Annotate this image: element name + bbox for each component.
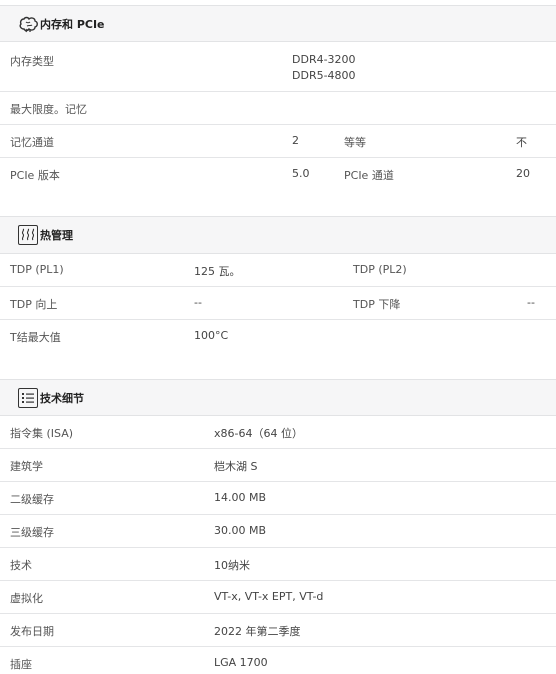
row-label-secondary: TDP 下降	[353, 298, 401, 311]
memory-row: 最大限度。记忆	[0, 92, 556, 125]
row-label: PCIe 版本	[10, 169, 60, 182]
row-value: x86-64（64 位）	[214, 427, 303, 440]
memory-row: 记忆通道 2 等等 不	[0, 125, 556, 158]
tech-row: 插座 LGA 1700	[0, 647, 556, 674]
row-value-secondary: 不	[516, 136, 527, 149]
row-value: 125 瓦。	[194, 265, 241, 278]
row-label: 指令集 (ISA)	[10, 427, 74, 440]
thermal-row: TDP 向上 -- TDP 下降 --	[0, 287, 556, 320]
list-icon	[18, 387, 38, 408]
row-label-secondary: TDP (PL2)	[353, 263, 407, 276]
row-label: 记忆通道	[10, 136, 54, 149]
thermal-section-header: 热管理	[0, 216, 556, 254]
tech-section-header: 技术细节	[0, 379, 556, 416]
memory-section-header: 内存和 PCIe	[0, 5, 556, 42]
row-value: 14.00 MB	[214, 491, 267, 504]
tech-row: 指令集 (ISA) x86-64（64 位）	[0, 416, 556, 449]
memory-row: 内存类型 DDR4-3200 DDR5-4800	[0, 42, 556, 92]
row-label: 虚拟化	[10, 592, 43, 605]
thermal-row: T结最大值 100°C	[0, 320, 556, 353]
row-value: 2022 年第二季度	[214, 625, 301, 638]
thermal-row: TDP (PL1) 125 瓦。 TDP (PL2)	[0, 254, 556, 287]
row-label: 三级缓存	[10, 526, 54, 539]
row-label: TDP (PL1)	[10, 263, 64, 276]
row-label: 二级缓存	[10, 493, 54, 506]
row-value: 10纳米	[214, 559, 250, 572]
tech-row: 虚拟化 VT-x, VT-x EPT, VT-d	[0, 581, 556, 614]
value-line: DDR5-4800	[292, 69, 356, 82]
thermal-section-title: 热管理	[40, 229, 73, 242]
row-label: 最大限度。记忆	[10, 103, 87, 116]
row-value: VT-x, VT-x EPT, VT-d	[214, 590, 324, 603]
row-label: 建筑学	[10, 460, 43, 473]
tech-section-title: 技术细节	[40, 391, 84, 405]
tech-row: 发布日期 2022 年第二季度	[0, 614, 556, 647]
spec-page: 内存和 PCIe 内存类型 DDR4-3200 DDR5-4800 最大限度。记…	[0, 0, 556, 674]
row-label: 内存类型	[10, 55, 54, 68]
tech-row: 二级缓存 14.00 MB	[0, 482, 556, 515]
tech-row: 三级缓存 30.00 MB	[0, 515, 556, 548]
row-label-secondary: 等等	[344, 136, 366, 149]
row-label: 插座	[10, 658, 32, 671]
row-value: 30.00 MB	[214, 524, 267, 537]
row-value-secondary: --	[527, 296, 535, 309]
row-label: T结最大值	[10, 331, 61, 344]
tech-row: 技术 10纳米	[0, 548, 556, 581]
memory-section-title: 内存和 PCIe	[40, 17, 105, 31]
row-label-secondary: PCIe 通道	[344, 169, 394, 182]
row-value: 5.0	[292, 167, 310, 180]
row-values: DDR4-3200 DDR5-4800	[292, 52, 356, 84]
row-value: 2	[292, 134, 299, 147]
row-value: --	[194, 296, 202, 309]
row-value: LGA 1700	[214, 656, 268, 669]
tech-row: 建筑学 桤木湖 S	[0, 449, 556, 482]
row-value-secondary: 20	[516, 167, 530, 180]
brain-icon	[18, 13, 40, 35]
row-value: 100°C	[194, 329, 229, 342]
value-line: DDR4-3200	[292, 53, 356, 66]
row-value: 桤木湖 S	[214, 460, 258, 473]
row-label: TDP 向上	[10, 298, 58, 311]
row-label: 技术	[10, 559, 32, 572]
heat-waves-icon	[18, 225, 38, 245]
row-label: 发布日期	[10, 625, 54, 638]
memory-row: PCIe 版本 5.0 PCIe 通道 20	[0, 158, 556, 191]
